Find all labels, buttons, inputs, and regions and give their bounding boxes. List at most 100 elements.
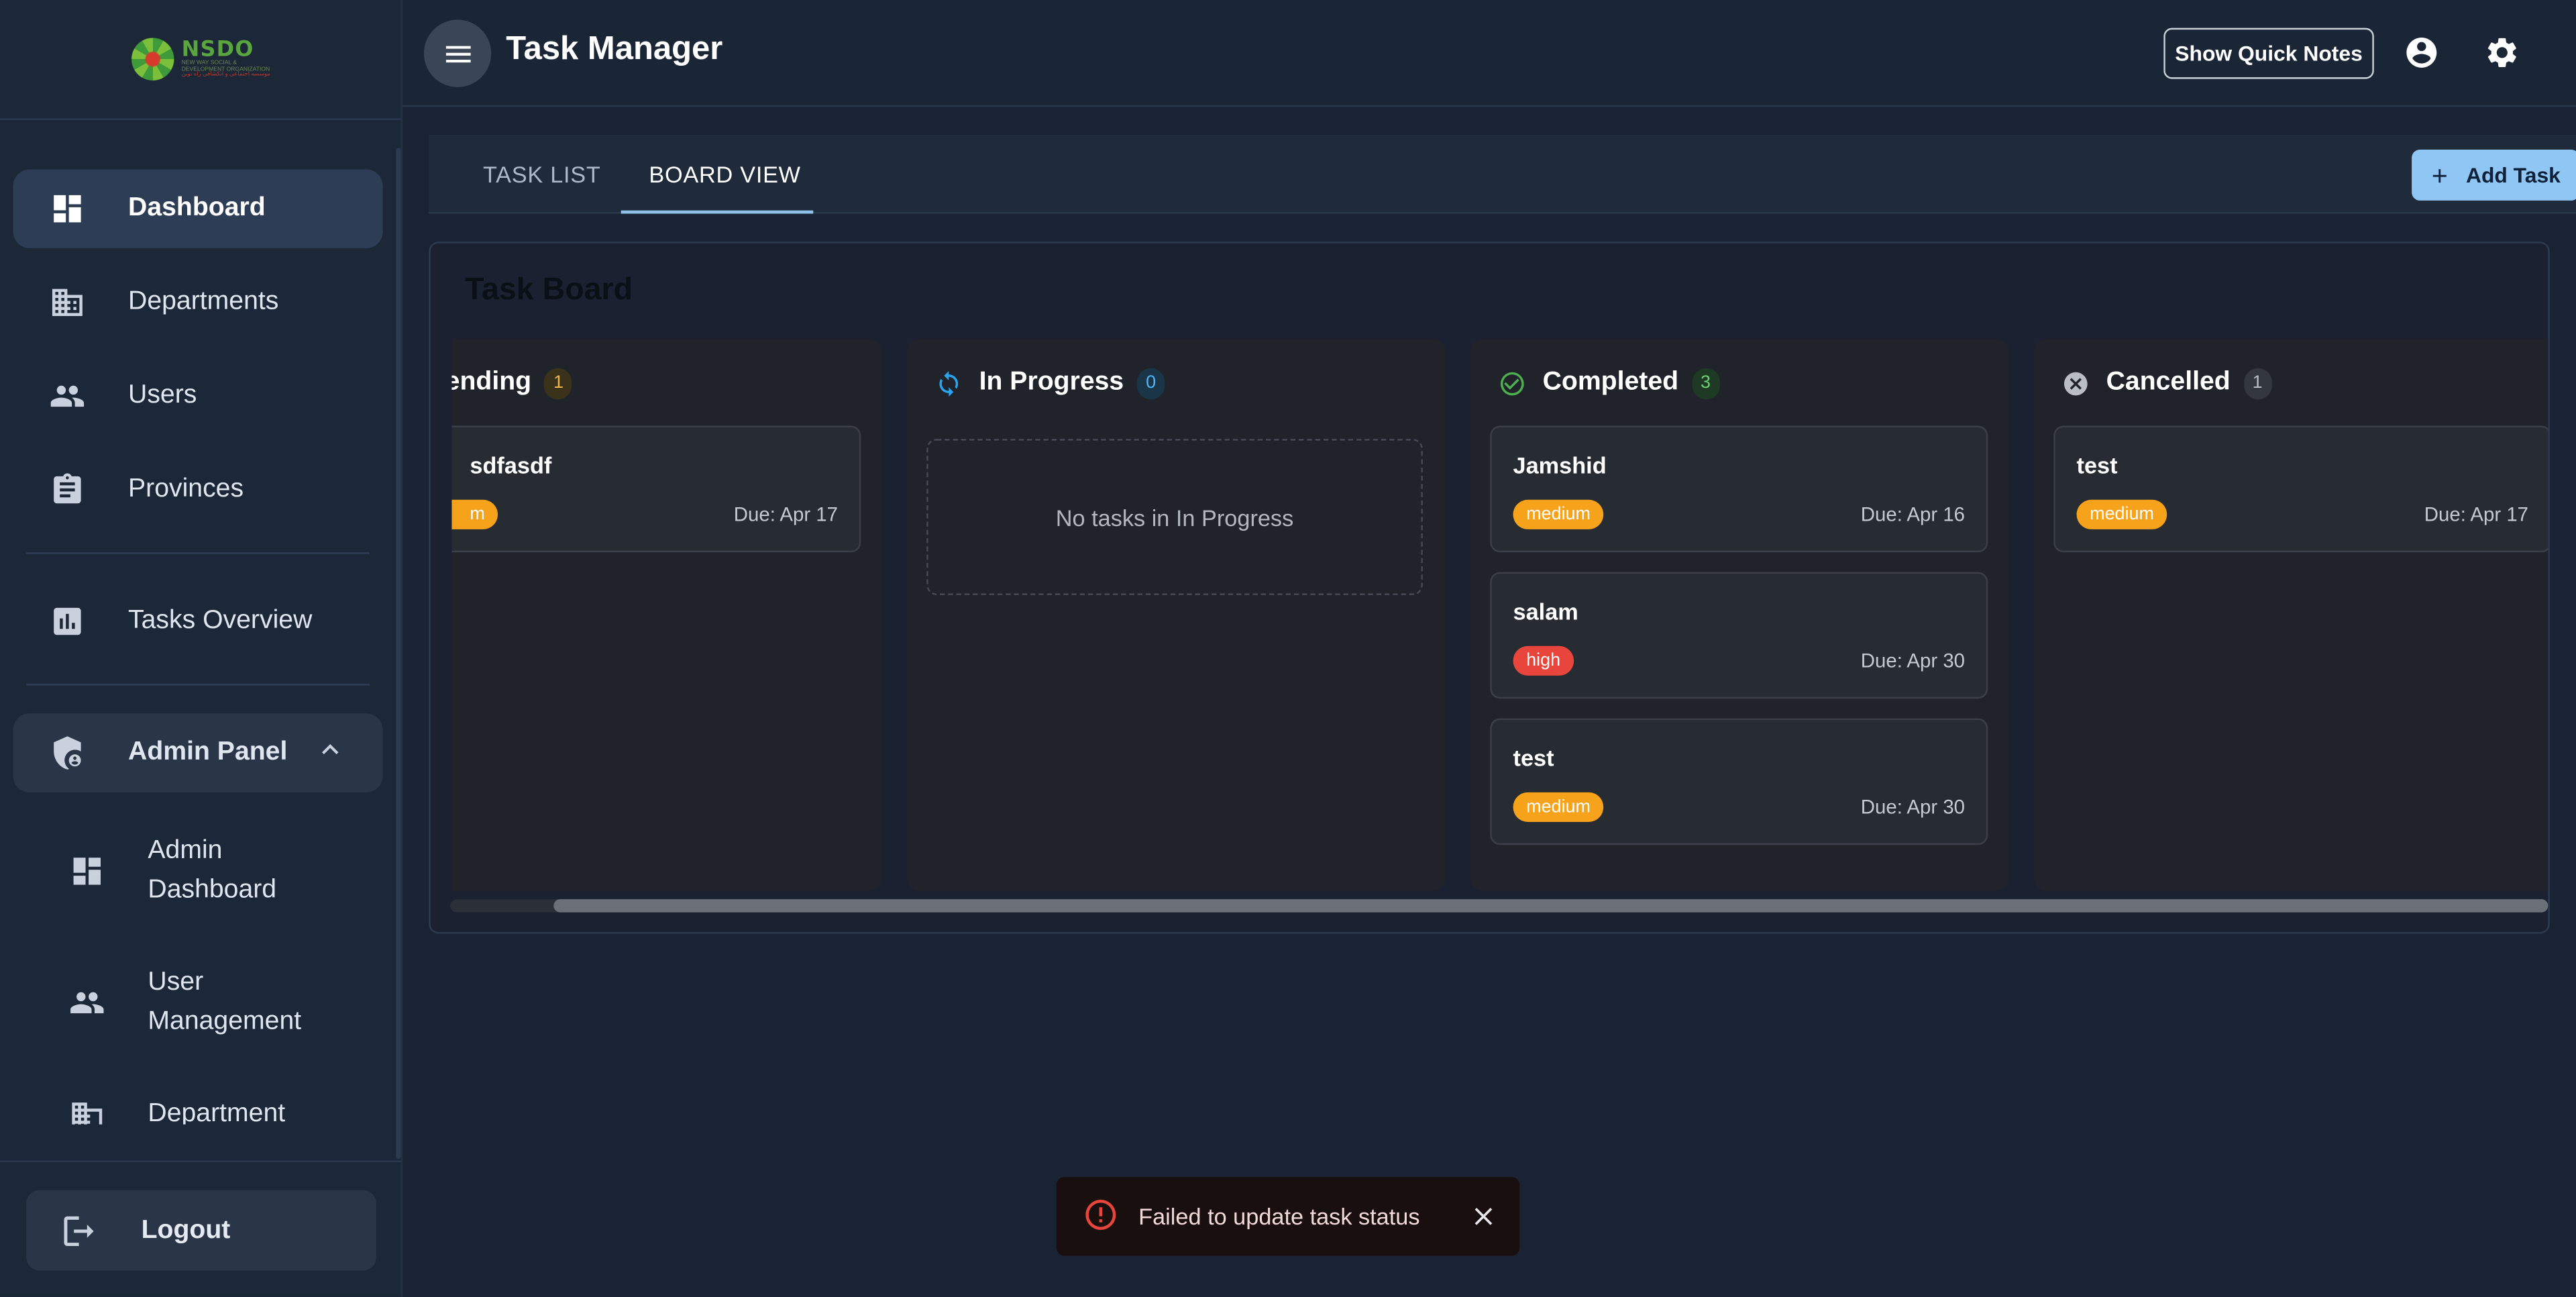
- chevron-up-icon[interactable]: [314, 732, 347, 773]
- sidebar-item-provinces[interactable]: Provinces: [13, 450, 383, 529]
- people-icon: [49, 378, 85, 414]
- logout-label: Logout: [141, 1215, 231, 1244]
- dashboard-icon: [49, 191, 85, 227]
- top-header: Task Manager Show Quick Notes: [402, 0, 2576, 107]
- priority-badge: m: [451, 499, 498, 529]
- sidebar-item-dashboard[interactable]: Dashboard: [13, 169, 383, 248]
- sidebar: NSDO NEW WAY SOCIAL & DEVELOPMENT ORGANI…: [0, 0, 403, 1297]
- people-icon: [69, 984, 105, 1021]
- check-circle-icon: [1500, 371, 1524, 395]
- add-task-label: Add Task: [2465, 162, 2561, 188]
- column-count: 1: [544, 367, 573, 399]
- error-toast: Failed to update task status: [1056, 1177, 1520, 1256]
- nsdo-logo[interactable]: NSDO NEW WAY SOCIAL & DEVELOPMENT ORGANI…: [127, 34, 274, 84]
- cancel-circle-icon: [2063, 371, 2088, 395]
- column-count: 3: [1691, 367, 1720, 399]
- board-title: Task Board: [465, 272, 633, 308]
- settings-icon[interactable]: [2484, 34, 2520, 70]
- task-card[interactable]: test medium Due: Apr 30: [1490, 718, 1988, 845]
- sidebar-item-label: User Management: [148, 968, 302, 1036]
- priority-badge: medium: [1513, 792, 1604, 822]
- toast-message: Failed to update task status: [1138, 1203, 1420, 1230]
- chart-icon: [49, 603, 85, 639]
- column-title: Cancelled: [2106, 368, 2231, 397]
- task-title: sdfasdf: [470, 452, 552, 478]
- column-title: Completed: [1542, 368, 1679, 397]
- sidebar-item-department[interactable]: Department: [13, 1095, 383, 1125]
- task-board: Task Board ending 1 sdfasdf m Due: Apr 1…: [429, 242, 2550, 934]
- logout-button[interactable]: Logout: [26, 1190, 376, 1271]
- task-due: Due: Apr 16: [1860, 503, 1966, 526]
- column-header: Cancelled 1: [2061, 366, 2271, 399]
- task-card[interactable]: test medium Due: Apr 17: [2053, 425, 2548, 553]
- task-due: Due: Apr 30: [1860, 795, 1966, 819]
- active-tab-indicator: [621, 210, 814, 214]
- show-quick-notes-button[interactable]: Show Quick Notes: [2163, 28, 2374, 79]
- tab-task-list[interactable]: TASK LIST: [483, 135, 601, 214]
- logo-name: NSDO: [181, 38, 254, 63]
- view-tabs: TASK LIST BOARD VIEW Add Task: [429, 134, 2576, 214]
- logo-area: NSDO NEW WAY SOCIAL & DEVELOPMENT ORGANI…: [0, 0, 401, 120]
- plus-icon: [2432, 168, 2447, 182]
- sidebar-nav: Dashboard Departments Users Provinces Ta…: [13, 169, 383, 1177]
- sidebar-item-label: Department: [148, 1099, 286, 1125]
- board-horizontal-scrollbar[interactable]: [450, 899, 2548, 913]
- dashboard-icon: [69, 853, 105, 889]
- priority-badge: medium: [2076, 499, 2167, 529]
- column-header: In Progress 0: [934, 366, 1165, 399]
- column-count: 0: [1136, 367, 1165, 399]
- admin-shield-icon: [49, 735, 85, 771]
- sidebar-item-tasks-overview[interactable]: Tasks Overview: [13, 582, 383, 661]
- sidebar-item-label: Users: [128, 381, 197, 410]
- logout-area: Logout: [0, 1160, 401, 1297]
- board-columns: ending 1 sdfasdf m Due: Apr 17 In Progre…: [451, 338, 2548, 891]
- sidebar-item-label: Admin Dashboard: [148, 836, 277, 904]
- task-title: Jamshid: [1513, 452, 1607, 478]
- logout-icon: [64, 1215, 94, 1245]
- column-title: In Progress: [979, 368, 1124, 397]
- tab-board-view[interactable]: BOARD VIEW: [649, 135, 800, 214]
- logo-mark-icon: [127, 34, 177, 84]
- clipboard-icon: [49, 472, 85, 508]
- empty-column-message: No tasks in In Progress: [926, 439, 1423, 595]
- column-cancelled: Cancelled 1 test medium Due: Apr 17: [2033, 338, 2548, 891]
- sidebar-item-users[interactable]: Users: [13, 357, 383, 436]
- column-pending: ending 1 sdfasdf m Due: Apr 17: [451, 338, 883, 891]
- page-title: Task Manager: [506, 31, 723, 68]
- task-card[interactable]: sdfasdf m Due: Apr 17: [451, 425, 861, 553]
- column-completed: Completed 3 Jamshid medium Due: Apr 16 s…: [1470, 338, 2010, 891]
- sidebar-scrollbar[interactable]: [396, 148, 401, 1159]
- sidebar-item-admin-panel[interactable]: Admin Panel: [13, 713, 383, 792]
- task-due: Due: Apr 17: [2424, 503, 2529, 526]
- task-card[interactable]: Jamshid medium Due: Apr 16: [1490, 425, 1988, 553]
- add-task-button[interactable]: Add Task: [2412, 149, 2576, 201]
- sidebar-item-label: Departments: [128, 287, 279, 316]
- column-header: ending 1: [451, 366, 573, 399]
- sidebar-divider: [26, 552, 370, 554]
- sidebar-item-label: Provinces: [128, 475, 244, 503]
- sidebar-item-label: Dashboard: [128, 194, 266, 222]
- sync-icon: [939, 370, 959, 396]
- priority-badge: high: [1513, 645, 1574, 676]
- building-icon: [49, 284, 85, 321]
- menu-button[interactable]: [423, 19, 492, 87]
- scrollbar-thumb[interactable]: [553, 899, 2548, 913]
- task-due: Due: Apr 30: [1860, 649, 1966, 673]
- task-title: test: [2076, 452, 2118, 478]
- sidebar-item-user-management[interactable]: User Management: [13, 964, 383, 1043]
- account-icon[interactable]: [2404, 34, 2440, 70]
- column-title: ending: [451, 368, 532, 397]
- error-icon: [1083, 1196, 1119, 1237]
- menu-icon: [445, 45, 470, 62]
- sidebar-item-label: Tasks Overview: [128, 607, 313, 635]
- sidebar-item-departments[interactable]: Departments: [13, 263, 383, 342]
- task-title: test: [1513, 744, 1554, 772]
- sidebar-item-admin-dashboard[interactable]: Admin Dashboard: [13, 832, 383, 911]
- admin-panel-label: Admin Panel: [128, 738, 288, 766]
- sidebar-divider: [26, 684, 370, 686]
- task-title: salam: [1513, 598, 1578, 625]
- column-in-progress: In Progress 0 No tasks in In Progress: [906, 338, 1446, 891]
- priority-badge: medium: [1513, 499, 1604, 529]
- close-icon[interactable]: [1468, 1202, 1498, 1231]
- task-card[interactable]: salam high Due: Apr 30: [1490, 572, 1988, 699]
